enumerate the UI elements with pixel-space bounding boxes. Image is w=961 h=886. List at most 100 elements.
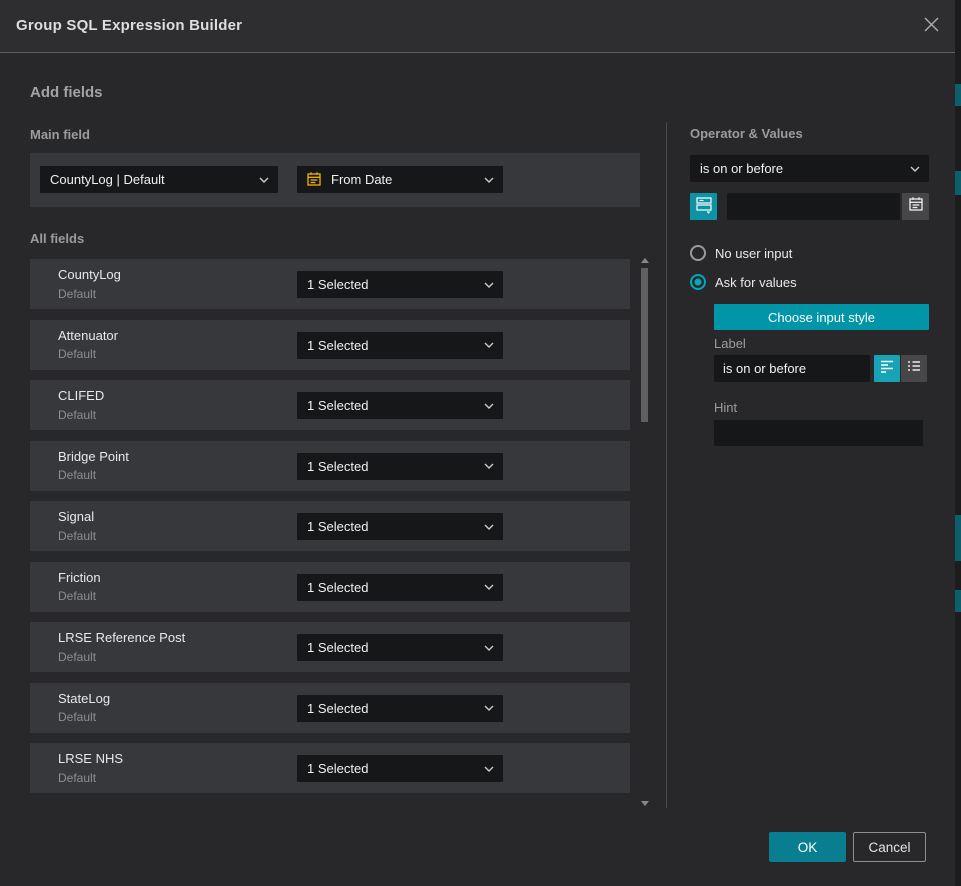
chevron-down-icon	[259, 177, 269, 183]
operator-select[interactable]: is on or before	[690, 155, 929, 182]
field-name: LRSE NHS	[58, 751, 123, 766]
all-fields-list: CountyLog Default 1 Selected Attenuator …	[30, 259, 630, 804]
chevron-down-icon	[484, 705, 494, 711]
field-values-select[interactable]: 1 Selected	[297, 332, 503, 359]
cancel-button[interactable]: Cancel	[853, 832, 926, 862]
field-values-select-value: 1 Selected	[307, 338, 368, 353]
scrollbar-down-arrow-icon[interactable]	[641, 801, 649, 806]
hint-caption: Hint	[714, 400, 737, 415]
field-name: Signal	[58, 509, 94, 524]
align-left-icon	[879, 358, 895, 379]
background-fragment	[955, 84, 961, 106]
background-fragment	[955, 171, 961, 195]
panel-divider	[666, 122, 667, 808]
field-values-select-value: 1 Selected	[307, 519, 368, 534]
field-subtitle: Default	[58, 589, 96, 603]
field-row: LRSE NHS Default 1 Selected	[30, 743, 630, 793]
field-row: Attenuator Default 1 Selected	[30, 320, 630, 370]
field-values-select[interactable]: 1 Selected	[297, 392, 503, 419]
field-values-select[interactable]: 1 Selected	[297, 453, 503, 480]
field-subtitle: Default	[58, 529, 96, 543]
close-icon	[923, 16, 940, 38]
choose-input-style-button[interactable]: Choose input style	[714, 304, 929, 330]
field-row: StateLog Default 1 Selected	[30, 683, 630, 733]
operator-values-heading: Operator & Values	[690, 126, 803, 141]
operator-select-value: is on or before	[700, 161, 783, 176]
field-values-select[interactable]: 1 Selected	[297, 574, 503, 601]
value-input-type-button[interactable]	[690, 193, 717, 220]
chevron-down-icon	[484, 403, 494, 409]
label-caption: Label	[714, 336, 746, 351]
radio-circle-icon	[690, 245, 706, 261]
hint-input[interactable]	[714, 420, 923, 446]
main-field-select-value: From Date	[331, 172, 392, 187]
radio-ask-for-values[interactable]: Ask for values	[690, 274, 797, 290]
chevron-down-icon	[484, 342, 494, 348]
scrollbar-up-arrow-icon[interactable]	[641, 258, 649, 263]
date-value-input[interactable]	[727, 193, 900, 220]
single-line-input-style-button[interactable]	[874, 355, 900, 382]
dialog-title: Group SQL Expression Builder	[16, 17, 242, 34]
chevron-down-icon	[484, 177, 494, 183]
group-sql-expression-builder-dialog: Group SQL Expression Builder Add fields …	[0, 0, 961, 886]
chevron-down-icon	[484, 524, 494, 530]
field-subtitle: Default	[58, 468, 96, 482]
field-name: CountyLog	[58, 267, 121, 282]
calendar-icon	[306, 171, 322, 190]
field-name: Friction	[58, 570, 101, 585]
main-field-row: CountyLog | Default From Date	[30, 153, 640, 207]
chevron-down-icon	[484, 584, 494, 590]
field-subtitle: Default	[58, 771, 96, 785]
field-values-select-value: 1 Selected	[307, 761, 368, 776]
label-input[interactable]: is on or before	[714, 355, 870, 382]
main-field-select[interactable]: From Date	[297, 166, 503, 193]
background-app-sliver	[955, 0, 961, 886]
main-layer-select[interactable]: CountyLog | Default	[40, 166, 278, 193]
field-values-select[interactable]: 1 Selected	[297, 695, 503, 722]
field-values-select[interactable]: 1 Selected	[297, 634, 503, 661]
field-subtitle: Default	[58, 287, 96, 301]
radio-no-user-input-label: No user input	[715, 246, 792, 261]
field-values-select[interactable]: 1 Selected	[297, 513, 503, 540]
field-values-select-value: 1 Selected	[307, 640, 368, 655]
field-row: Signal Default 1 Selected	[30, 501, 630, 551]
close-button[interactable]	[920, 16, 942, 38]
calendar-icon	[908, 196, 924, 217]
chevron-down-icon	[484, 766, 494, 772]
add-fields-heading: Add fields	[30, 84, 103, 101]
main-field-heading: Main field	[30, 127, 90, 142]
field-row: Friction Default 1 Selected	[30, 562, 630, 612]
main-layer-select-value: CountyLog | Default	[50, 172, 165, 187]
radio-ask-for-values-label: Ask for values	[715, 275, 797, 290]
field-values-select-value: 1 Selected	[307, 277, 368, 292]
field-values-select-value: 1 Selected	[307, 701, 368, 716]
all-fields-heading: All fields	[30, 231, 84, 246]
scrollbar-thumb[interactable]	[641, 268, 648, 422]
field-row: LRSE Reference Post Default 1 Selected	[30, 622, 630, 672]
field-name: Attenuator	[58, 328, 118, 343]
scrollbar[interactable]	[638, 256, 652, 808]
field-name: StateLog	[58, 691, 110, 706]
field-values-select[interactable]: 1 Selected	[297, 271, 503, 298]
label-input-value: is on or before	[723, 361, 806, 376]
chevron-down-icon	[484, 463, 494, 469]
chevron-down-icon	[484, 645, 494, 651]
dialog-header: Group SQL Expression Builder	[0, 0, 955, 53]
date-picker-button[interactable]	[902, 193, 929, 220]
chevron-down-icon	[484, 282, 494, 288]
radio-selected-icon	[690, 274, 706, 290]
bullet-list-icon	[906, 358, 922, 379]
field-subtitle: Default	[58, 650, 96, 664]
field-row: CountyLog Default 1 Selected	[30, 259, 630, 309]
list-input-style-button[interactable]	[901, 355, 927, 382]
field-values-select[interactable]: 1 Selected	[297, 755, 503, 782]
field-name: LRSE Reference Post	[58, 630, 185, 645]
field-values-select-value: 1 Selected	[307, 580, 368, 595]
ok-button[interactable]: OK	[769, 832, 846, 862]
field-values-select-value: 1 Selected	[307, 459, 368, 474]
field-row: Bridge Point Default 1 Selected	[30, 441, 630, 491]
radio-no-user-input[interactable]: No user input	[690, 245, 792, 261]
field-subtitle: Default	[58, 710, 96, 724]
field-subtitle: Default	[58, 347, 96, 361]
background-fragment	[955, 590, 961, 612]
